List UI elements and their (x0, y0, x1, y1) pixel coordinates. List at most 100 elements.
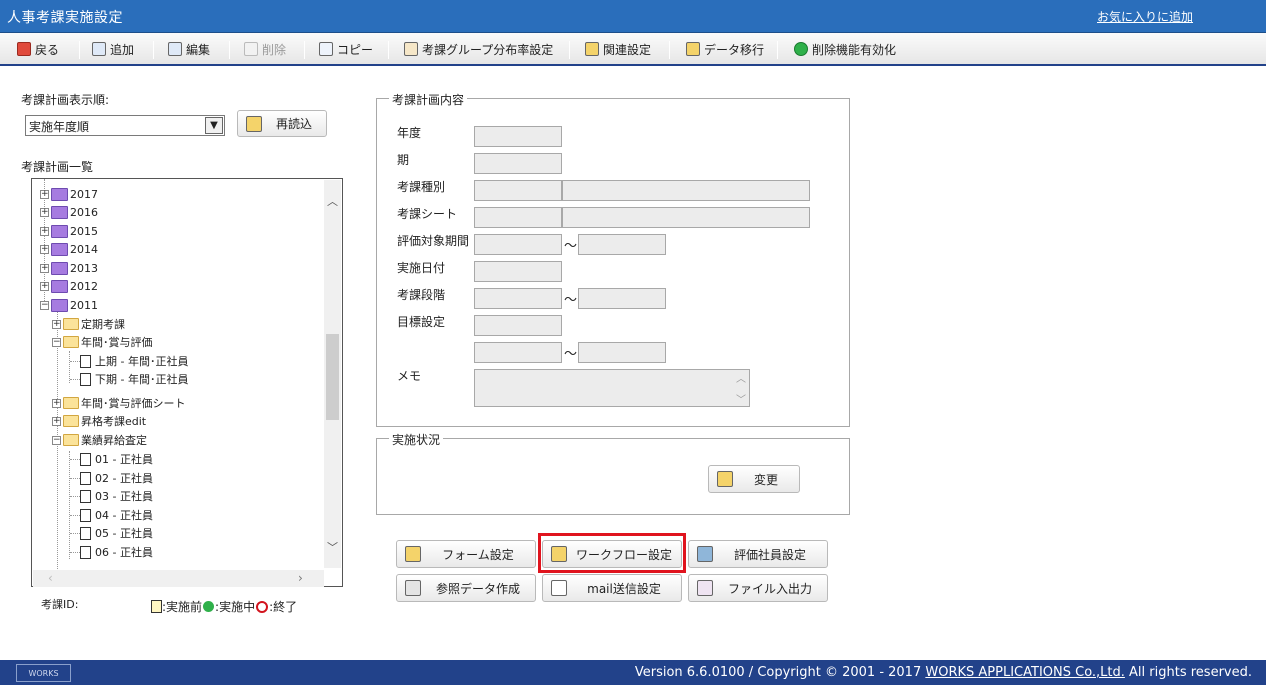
tree-horizontal-scrollbar[interactable]: ‹ › (33, 570, 324, 587)
folder-open-icon (63, 336, 79, 348)
tree-item-2015[interactable]: +2015 (40, 222, 98, 240)
version-label: Version 6.6.0100 / Copyright © 2001 - 20… (634, 665, 926, 680)
tree-item-2012[interactable]: +2012 (40, 277, 98, 295)
delete-icon (244, 42, 258, 56)
folder-icon (51, 279, 68, 293)
status-legend-title: 実施状況 (389, 431, 444, 448)
data-migration-label: データ移行 (704, 42, 765, 57)
goal-start-field[interactable] (474, 342, 562, 363)
order-select[interactable]: 実施年度順 ▼ (25, 115, 225, 136)
data-migration-button[interactable]: データ移行 (686, 39, 764, 59)
chevron-right-icon[interactable]: › (298, 571, 303, 585)
add-favorite-link[interactable]: お気に入りに追加 (1097, 8, 1193, 25)
tree-item-s05[interactable]: 05 - 正社員 (80, 524, 153, 542)
mail-icon (551, 580, 567, 596)
copy-button[interactable]: コピー (319, 39, 373, 59)
document-icon (80, 508, 91, 522)
goal-field[interactable] (474, 315, 562, 336)
list-icon (405, 580, 421, 596)
document-icon (80, 545, 91, 559)
tree-item-kamiki[interactable]: 上期 - 年間･正社員 (80, 352, 188, 370)
tree-vertical-scrollbar[interactable]: ︿ ﹀ (324, 180, 341, 568)
period-start-field[interactable] (474, 234, 562, 255)
scrollbar-thumb[interactable] (326, 334, 339, 420)
tree-item-nenkan[interactable]: − 年間･賞与評価 (52, 333, 153, 351)
chevron-down-icon[interactable]: ﹀ (327, 539, 338, 555)
file-io-button[interactable]: ファイル入出力 (688, 574, 828, 602)
add-button[interactable]: 追加 (92, 39, 134, 59)
tree-item-shimoki[interactable]: 下期 - 年間･正社員 (80, 370, 188, 388)
chevron-left-icon[interactable]: ‹ (48, 571, 53, 585)
legend-before-label: :実施前 (162, 600, 203, 614)
sheet-name-field[interactable] (562, 207, 810, 228)
add-icon (92, 42, 106, 56)
memo-textarea[interactable]: ︿ ﹀ (474, 369, 750, 407)
tree-item-2014[interactable]: +2014 (40, 240, 98, 258)
tree-item-s02[interactable]: 02 - 正社員 (80, 469, 153, 487)
tree-item-s03[interactable]: 03 - 正社員 (80, 487, 153, 505)
edit-icon (168, 42, 182, 56)
tree-item-teiki[interactable]: + 定期考課 (52, 315, 125, 333)
edit-label: 編集 (186, 42, 211, 57)
change-label: 変更 (753, 472, 778, 487)
related-settings-button[interactable]: 関連設定 (585, 39, 651, 59)
plan-details-group: 考課計画内容 年度 期 考課種別 考課シート 評価対象期間 ～ 実施日付 考課段… (376, 91, 850, 427)
year-label: 年度 (397, 126, 422, 140)
chevron-down-icon[interactable]: ▼ (205, 117, 223, 134)
plan-details-legend: 考課計画内容 (389, 91, 468, 108)
employee-settings-label: 評価社員設定 (733, 547, 806, 562)
during-icon (203, 601, 215, 612)
edit-button[interactable]: 編集 (168, 39, 210, 59)
reload-button[interactable]: 再読込 (237, 110, 327, 137)
stage-start-field[interactable] (474, 288, 562, 309)
company-link[interactable]: WORKS APPLICATIONS Co.,Ltd. (925, 665, 1125, 680)
employee-settings-button[interactable]: 評価社員設定 (688, 540, 828, 568)
sheet-code-field[interactable] (474, 207, 562, 228)
folder-icon (51, 261, 68, 275)
status-legend: :実施前 :実施中 :終了 (151, 598, 297, 615)
add-label: 追加 (110, 42, 135, 57)
tree-item-2013[interactable]: +2013 (40, 259, 98, 277)
chevron-up-icon[interactable]: ︿ (327, 193, 338, 209)
reference-data-button[interactable]: 参照データ作成 (396, 574, 536, 602)
workflow-settings-button[interactable]: ワークフロー設定 (542, 540, 682, 568)
tree-item-s04[interactable]: 04 - 正社員 (80, 506, 153, 524)
tree-item-s06[interactable]: 06 - 正社員 (80, 543, 153, 561)
goal-end-field[interactable] (578, 342, 666, 363)
type-code-field[interactable] (474, 180, 562, 201)
tree-item-2017[interactable]: +2017 (40, 185, 98, 203)
settings-icon (585, 42, 599, 56)
tree-item-2016[interactable]: +2016 (40, 203, 98, 221)
group-distribution-button[interactable]: 考課グループ分布率設定 (404, 39, 553, 59)
folder-icon (63, 415, 79, 427)
file-icon (697, 580, 713, 596)
tree-item-gyoseki[interactable]: − 業績昇給査定 (52, 431, 147, 449)
memo-label: メモ (397, 369, 422, 383)
period-end-field[interactable] (578, 234, 666, 255)
form-settings-button[interactable]: フォーム設定 (396, 540, 536, 568)
settings-icon (551, 546, 567, 562)
delete-button[interactable]: 削除 (244, 39, 286, 59)
document-icon (80, 452, 91, 466)
tree-item-2011[interactable]: −2011 (40, 296, 98, 314)
folder-open-icon (63, 434, 79, 446)
tree-item-s01[interactable]: 01 - 正社員 (80, 450, 153, 468)
sheet-label: 考課シート (397, 207, 458, 221)
stage-end-field[interactable] (578, 288, 666, 309)
term-field[interactable] (474, 153, 562, 174)
tilde-2: ～ (564, 293, 578, 308)
term-label: 期 (397, 153, 410, 167)
plan-list-label: 考課計画一覧 (21, 160, 94, 174)
back-button[interactable]: 戻る (17, 39, 59, 59)
tree-item-shokaku[interactable]: + 昇格考課edit (52, 412, 146, 430)
related-settings-label: 関連設定 (603, 42, 652, 57)
year-field[interactable] (474, 126, 562, 147)
type-name-field[interactable] (562, 180, 810, 201)
enable-delete-button[interactable]: 削除機能有効化 (794, 39, 896, 59)
back-label: 戻る (35, 42, 60, 57)
tree-item-nenkan-sheet[interactable]: + 年間･賞与評価シート (52, 394, 186, 412)
workflow-settings-label: ワークフロー設定 (575, 547, 672, 562)
change-button[interactable]: 変更 (708, 465, 800, 493)
date-field[interactable] (474, 261, 562, 282)
mail-settings-button[interactable]: mail送信設定 (542, 574, 682, 602)
